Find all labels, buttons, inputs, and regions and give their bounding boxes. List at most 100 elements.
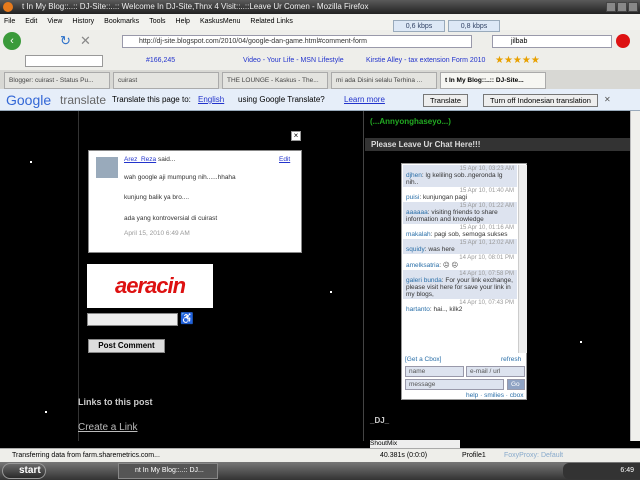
url-input[interactable]: http://dj-site.blogspot.com/2010/04/goog… bbox=[122, 35, 472, 48]
chat-user[interactable]: puisi bbox=[406, 194, 419, 201]
menu-edit[interactable]: Edit bbox=[25, 14, 37, 30]
smilies-link[interactable]: smilies bbox=[484, 392, 504, 399]
menu-help[interactable]: Help bbox=[176, 14, 190, 30]
start-button[interactable]: start bbox=[2, 463, 46, 479]
reload-icon[interactable]: ↻ bbox=[60, 33, 71, 49]
toolbar-search-input[interactable] bbox=[25, 55, 103, 67]
stop-icon[interactable]: ✕ bbox=[80, 33, 91, 49]
chat-message: 15 Apr 10, 01:22 AM aaaaaa: visiting frie… bbox=[403, 202, 517, 224]
cbox-widget: 15 Apr 10, 03:23 AM djhen: lg keliling so… bbox=[401, 163, 527, 400]
menu-bookmarks[interactable]: Bookmarks bbox=[104, 14, 139, 30]
chat-user[interactable]: squidy bbox=[406, 246, 425, 253]
chat-time: 14 Apr 10, 08:01 PM bbox=[459, 255, 514, 261]
tab-cuirast[interactable]: cuirast bbox=[113, 72, 219, 89]
edit-link[interactable]: Edit bbox=[279, 156, 290, 163]
status-bar: Transferring data from farm.sharemetrics… bbox=[0, 448, 640, 462]
google-logo: Google bbox=[6, 92, 52, 108]
translate-using: using Google Translate? bbox=[238, 95, 325, 104]
chat-user[interactable]: galeri bunda bbox=[406, 277, 442, 284]
comment-line: kunjung balik ya bro.... bbox=[124, 194, 190, 201]
star-decoration bbox=[580, 341, 582, 343]
cbox-scrollbar[interactable] bbox=[518, 165, 527, 353]
cbox-name-input[interactable]: name bbox=[405, 366, 464, 377]
maximize-button[interactable] bbox=[617, 2, 627, 12]
search-input[interactable]: jilbab bbox=[492, 35, 612, 48]
cbox-messages: 15 Apr 10, 03:23 AM djhen: lg keliling so… bbox=[403, 165, 517, 353]
menu-kaskusmenu[interactable]: KaskusMenu bbox=[200, 14, 240, 30]
accessibility-icon[interactable]: ♿ bbox=[180, 312, 194, 325]
tab-blogger[interactable]: Blogger: cuirast - Status Pu... bbox=[4, 72, 110, 89]
taskbar: start nt In My Blog::..:: DJ... 6:49 bbox=[0, 462, 640, 480]
bookmarks-toolbar: #166,245 Video - Your Life - MSN Lifesty… bbox=[0, 52, 640, 70]
translate-button[interactable]: Translate bbox=[423, 94, 468, 107]
cbox-email-input[interactable]: e-mail / url bbox=[466, 366, 525, 377]
chat-text: : was here bbox=[424, 246, 455, 253]
alexa-rank[interactable]: #166,245 bbox=[146, 52, 175, 70]
tab-terhina[interactable]: mi ada Disini selalu Terhina ... bbox=[331, 72, 437, 89]
title-bar: t In My Blog::..:: DJ-Site::..:: Welcome… bbox=[0, 0, 640, 14]
column-divider bbox=[78, 111, 79, 441]
chat-message: 14 Apr 10, 07:43 PM hartanto: hai.., kilk… bbox=[403, 299, 517, 314]
translate-prompt: Translate this page to: bbox=[112, 95, 191, 104]
chat-user[interactable]: makalah bbox=[406, 231, 431, 238]
menu-tools[interactable]: Tools bbox=[149, 14, 165, 30]
star-decoration bbox=[30, 161, 32, 163]
cbox-message-input[interactable]: message bbox=[405, 379, 504, 390]
menu-file[interactable]: File bbox=[4, 14, 15, 30]
bookmark-kirstie[interactable]: Kirstie Alley - tax extension Form 2010 bbox=[366, 52, 485, 70]
chat-user[interactable]: djhen bbox=[406, 172, 422, 179]
chat-text: : hai.., kilk2 bbox=[429, 306, 463, 313]
chat-message: 15 Apr 10, 01:16 AM makalah: pagi sob, se… bbox=[403, 224, 517, 239]
get-cbox-link[interactable]: [Get a Cbox] bbox=[405, 356, 442, 363]
help-link[interactable]: help bbox=[466, 392, 478, 399]
shoutmix-widget: ShoutMix bbox=[370, 440, 460, 448]
bookmark-msn[interactable]: Video - Your Life - MSN Lifestyle bbox=[243, 52, 344, 70]
foxyproxy[interactable]: FoxyProxy: Default bbox=[504, 449, 563, 462]
back-button[interactable]: ‹ bbox=[3, 32, 21, 50]
captcha-input[interactable] bbox=[87, 313, 178, 326]
menu-history[interactable]: History bbox=[72, 14, 94, 30]
minimize-button[interactable] bbox=[606, 2, 616, 12]
chat-text: : ☹ ☹ bbox=[439, 262, 459, 269]
column-divider bbox=[363, 111, 364, 441]
create-link[interactable]: Create a Link bbox=[78, 422, 137, 433]
chat-text: : pagi sob, semoga sukses bbox=[430, 231, 508, 238]
cbox-link[interactable]: cbox bbox=[510, 392, 524, 399]
menu-bar: File Edit View History Bookmarks Tools H… bbox=[0, 14, 640, 30]
chat-user[interactable]: amelksatria bbox=[406, 262, 439, 269]
status-text: Transferring data from farm.sharemetrics… bbox=[12, 452, 160, 459]
navigation-toolbar: ‹ ↻ ✕ http://dj-site.blogspot.com/2010/0… bbox=[0, 30, 640, 52]
upload-speed: 0,8 kbps bbox=[448, 20, 500, 32]
adblock-icon[interactable] bbox=[616, 34, 630, 48]
profile[interactable]: Profile1 bbox=[462, 449, 486, 462]
close-button[interactable] bbox=[628, 2, 638, 12]
refresh-link[interactable]: refresh bbox=[501, 356, 521, 363]
turn-off-translation-button[interactable]: Turn off Indonesian translation bbox=[483, 94, 598, 107]
tab-dj-site[interactable]: t In My Blog::..:: DJ-Site... bbox=[440, 72, 546, 89]
captcha-image: aeracin bbox=[87, 264, 213, 308]
close-icon[interactable]: ✕ bbox=[604, 89, 611, 111]
translate-logo: translate bbox=[60, 93, 107, 107]
learn-more-link[interactable]: Learn more bbox=[344, 89, 385, 111]
close-comment-icon[interactable]: × bbox=[291, 131, 301, 141]
chat-user[interactable]: hartanto bbox=[406, 306, 430, 313]
tab-lounge[interactable]: THE LOUNGE - Kaskus - The... bbox=[222, 72, 328, 89]
post-comment-button[interactable]: Post Comment bbox=[88, 339, 165, 353]
firefox-icon bbox=[3, 2, 13, 12]
taskbar-firefox-window[interactable]: nt In My Blog::..:: DJ... bbox=[118, 463, 218, 479]
page-scrollbar[interactable] bbox=[630, 111, 640, 441]
comment-date: April 15, 2010 6:49 AM bbox=[124, 230, 190, 237]
comment-card: Arez_Reza said... Edit wah google aji mu… bbox=[88, 150, 302, 253]
menu-related-links[interactable]: Related Links bbox=[250, 14, 292, 30]
language-select[interactable]: English bbox=[198, 89, 224, 111]
rating-stars-icon[interactable]: ★★★★★ bbox=[495, 52, 540, 70]
comment-author-link[interactable]: Arez_Reza bbox=[124, 156, 156, 163]
menu-view[interactable]: View bbox=[47, 14, 62, 30]
download-speed: 0,6 kbps bbox=[393, 20, 445, 32]
system-tray: 6:49 bbox=[563, 463, 640, 479]
clock: 6:49 bbox=[620, 467, 634, 474]
cbox-go-button[interactable]: Go bbox=[507, 379, 525, 390]
sidebar-heading: _DJ_ bbox=[370, 416, 390, 425]
chat-user[interactable]: aaaaaa bbox=[406, 209, 428, 216]
timer: 40.381s (0:0:0) bbox=[380, 452, 428, 459]
